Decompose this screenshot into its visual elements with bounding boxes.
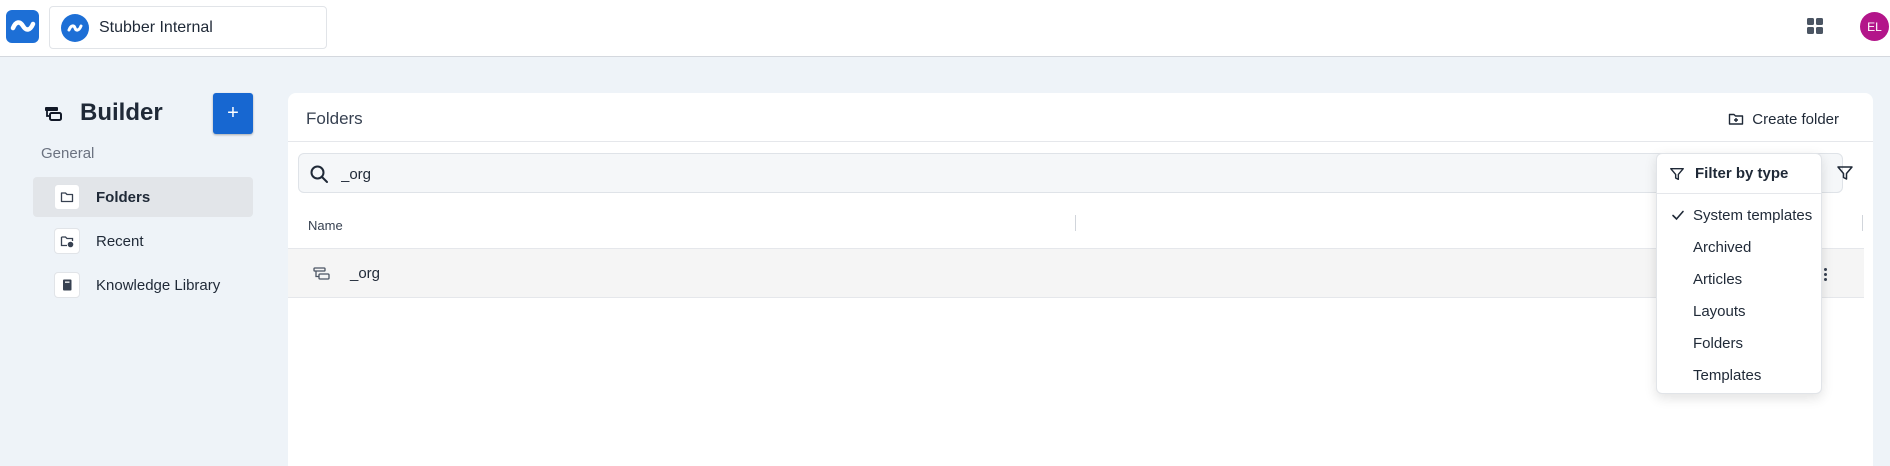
filter-icon bbox=[1670, 167, 1684, 180]
search-bar[interactable] bbox=[298, 153, 1843, 193]
filter-option-templates[interactable]: Templates bbox=[1657, 361, 1821, 389]
folders-panel: Folders Create folder Name _org bbox=[288, 93, 1873, 466]
filter-option-system-templates[interactable]: System templates bbox=[1657, 201, 1821, 229]
apps-grid-icon[interactable] bbox=[1806, 17, 1824, 35]
org-logo-icon bbox=[61, 13, 89, 42]
column-resize-handle[interactable] bbox=[1075, 215, 1076, 231]
page-title: Folders bbox=[306, 109, 363, 128]
filter-menu-title: Filter by type bbox=[1695, 165, 1789, 182]
search-input[interactable] bbox=[341, 162, 1541, 186]
filter-option-label: Folders bbox=[1693, 334, 1744, 352]
column-resize-handle[interactable] bbox=[1862, 215, 1863, 231]
sidebar-item-knowledge-library[interactable]: Knowledge Library bbox=[33, 265, 253, 305]
filter-option-label: Templates bbox=[1693, 366, 1762, 384]
user-avatar[interactable]: EL bbox=[1860, 12, 1889, 41]
filter-option-label: Articles bbox=[1693, 270, 1743, 288]
filter-option-layouts[interactable]: Layouts bbox=[1657, 297, 1821, 325]
sidebar-title: Builder bbox=[80, 99, 163, 126]
sidebar-item-label: Knowledge Library bbox=[96, 276, 221, 294]
row-name: _org bbox=[350, 265, 381, 282]
search-icon bbox=[309, 164, 329, 184]
builder-icon bbox=[44, 104, 62, 122]
table-row[interactable]: _org bbox=[288, 249, 1864, 298]
sidebar-section-label: General bbox=[41, 145, 95, 162]
top-bar: Stubber Internal EL bbox=[0, 0, 1890, 57]
filter-option-label: System templates bbox=[1693, 206, 1813, 224]
book-icon bbox=[54, 272, 80, 298]
filter-icon[interactable] bbox=[1833, 161, 1857, 185]
sidebar-item-recent[interactable]: Recent bbox=[33, 221, 253, 261]
stubber-logo-icon[interactable] bbox=[6, 10, 39, 43]
recent-folder-icon bbox=[54, 228, 80, 254]
filter-by-type-menu: Filter by type System templates Archived… bbox=[1656, 153, 1822, 394]
filter-option-archived[interactable]: Archived bbox=[1657, 233, 1821, 261]
sidebar-item-label: Recent bbox=[96, 232, 144, 250]
check-icon bbox=[1657, 208, 1693, 222]
folder-icon bbox=[54, 184, 80, 210]
filter-option-articles[interactable]: Articles bbox=[1657, 265, 1821, 293]
create-folder-label: Create folder bbox=[1752, 110, 1839, 128]
add-button[interactable]: + bbox=[213, 93, 253, 134]
create-folder-button[interactable]: Create folder bbox=[1728, 107, 1839, 131]
divider bbox=[288, 141, 1873, 142]
sidebar-item-folders[interactable]: Folders bbox=[33, 177, 253, 217]
filter-menu-header: Filter by type bbox=[1657, 154, 1821, 194]
filter-option-label: Archived bbox=[1693, 238, 1752, 256]
sidebar-item-label: Folders bbox=[96, 188, 151, 206]
org-selector[interactable]: Stubber Internal bbox=[49, 6, 327, 49]
filter-option-folders[interactable]: Folders bbox=[1657, 329, 1821, 357]
org-name: Stubber Internal bbox=[99, 18, 213, 36]
filter-option-label: Layouts bbox=[1693, 302, 1746, 320]
template-folder-icon bbox=[313, 265, 330, 282]
folder-plus-icon bbox=[1729, 113, 1744, 125]
column-header-name[interactable]: Name bbox=[308, 218, 343, 233]
